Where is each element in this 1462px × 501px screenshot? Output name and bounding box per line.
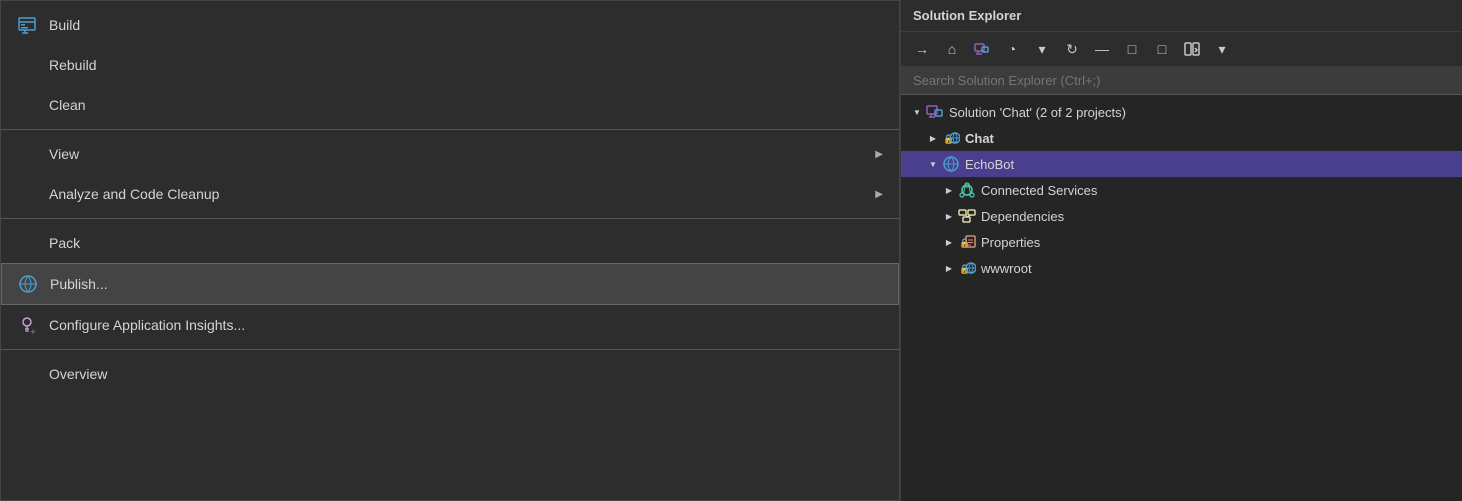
menu-item-build[interactable]: Build	[1, 5, 899, 45]
connected-services-icon	[957, 180, 977, 200]
solution-expand-icon: ▼	[909, 104, 925, 120]
menu-item-view[interactable]: View ▶	[1, 134, 899, 174]
tree-item-properties[interactable]: ▶ 🔒 Properties	[901, 229, 1462, 255]
collapse-button[interactable]: ―	[1089, 36, 1115, 62]
context-menu: Build Rebuild Clean View ▶ Analyze and C…	[0, 0, 900, 501]
analyze-spacer	[13, 180, 41, 208]
chat-globe-lock-icon: 🔒	[941, 128, 961, 148]
vs-icon-button[interactable]	[969, 36, 995, 62]
chat-expand-icon: ▶	[925, 130, 941, 146]
properties-icon: 🔒	[957, 232, 977, 252]
dependencies-expand-icon: ▶	[941, 208, 957, 224]
publish-icon	[14, 270, 42, 298]
tree-item-dependencies[interactable]: ▶ Dependencies	[901, 203, 1462, 229]
split-dropdown-button[interactable]	[1179, 36, 1205, 62]
echobot-expand-icon: ▼	[925, 156, 941, 172]
tree-item-chat[interactable]: ▶ 🔒 Chat	[901, 125, 1462, 151]
history-button[interactable]: ◔	[999, 36, 1025, 62]
wwwroot-expand-icon: ▶	[941, 260, 957, 276]
solution-explorer-header: Solution Explorer	[901, 0, 1462, 32]
menu-item-clean[interactable]: Clean	[1, 85, 899, 125]
pack-label: Pack	[49, 235, 883, 251]
separator-2	[1, 218, 899, 219]
properties-label: Properties	[981, 235, 1040, 250]
analyze-arrow: ▶	[875, 189, 883, 200]
menu-item-configure[interactable]: + Configure Application Insights...	[1, 305, 899, 345]
overview-label: Overview	[49, 366, 883, 382]
se-tree: ▼ Solution 'Chat' (2 of 2 projects) ▶ 🔒	[901, 95, 1462, 501]
configure-label: Configure Application Insights...	[49, 317, 883, 333]
wwwroot-label: wwwroot	[981, 261, 1032, 276]
connected-expand-icon: ▶	[941, 182, 957, 198]
menu-item-analyze[interactable]: Analyze and Code Cleanup ▶	[1, 174, 899, 214]
tree-item-connected-services[interactable]: ▶ Connected Services	[901, 177, 1462, 203]
menu-item-publish[interactable]: Publish...	[1, 263, 899, 305]
wwwroot-icon: 🔒	[957, 258, 977, 278]
solution-explorer-panel: Solution Explorer → ⌂ ◔ ▾ ↻ ― □ □ ▾	[900, 0, 1462, 501]
echobot-globe-icon	[941, 154, 961, 174]
properties-expand-icon: ▶	[941, 234, 957, 250]
separator-3	[1, 349, 899, 350]
publish-label: Publish...	[50, 276, 882, 292]
pack-spacer	[13, 229, 41, 257]
menu-item-pack[interactable]: Pack	[1, 223, 899, 263]
rebuild-label: Rebuild	[49, 57, 883, 73]
solution-label: Solution 'Chat' (2 of 2 projects)	[949, 105, 1126, 120]
build-icon	[13, 11, 41, 39]
tree-item-wwwroot[interactable]: ▶ 🔒 wwwroot	[901, 255, 1462, 281]
dropdown3-button[interactable]: ▾	[1209, 36, 1235, 62]
back-arrow-button[interactable]: →	[909, 36, 935, 62]
se-search-bar[interactable]	[901, 67, 1462, 95]
search-input[interactable]	[909, 71, 1454, 90]
svg-text:+: +	[30, 327, 35, 336]
se-toolbar: → ⌂ ◔ ▾ ↻ ― □ □ ▾	[901, 32, 1462, 67]
pane1-button[interactable]: □	[1119, 36, 1145, 62]
pane2-button[interactable]: □	[1149, 36, 1175, 62]
view-label: View	[49, 146, 875, 162]
history-dropdown-button[interactable]: ▾	[1029, 36, 1055, 62]
dependencies-label: Dependencies	[981, 209, 1064, 224]
tree-item-echobot[interactable]: ▼ EchoBot	[901, 151, 1462, 177]
rebuild-spacer	[13, 51, 41, 79]
clean-spacer	[13, 91, 41, 119]
separator-1	[1, 129, 899, 130]
echobot-label: EchoBot	[965, 157, 1014, 172]
solution-icon	[925, 102, 945, 122]
view-spacer	[13, 140, 41, 168]
view-arrow: ▶	[875, 149, 883, 160]
analyze-label: Analyze and Code Cleanup	[49, 186, 875, 202]
menu-item-overview[interactable]: Overview	[1, 354, 899, 394]
chat-label: Chat	[965, 131, 994, 146]
connected-services-label: Connected Services	[981, 183, 1097, 198]
clean-label: Clean	[49, 97, 883, 113]
build-label: Build	[49, 17, 883, 33]
home-button[interactable]: ⌂	[939, 36, 965, 62]
tree-item-solution[interactable]: ▼ Solution 'Chat' (2 of 2 projects)	[901, 99, 1462, 125]
refresh-button[interactable]: ↻	[1059, 36, 1085, 62]
dependencies-icon	[957, 206, 977, 226]
menu-item-rebuild[interactable]: Rebuild	[1, 45, 899, 85]
overview-spacer	[13, 360, 41, 388]
solution-explorer-title: Solution Explorer	[913, 8, 1021, 23]
configure-icon: +	[13, 311, 41, 339]
